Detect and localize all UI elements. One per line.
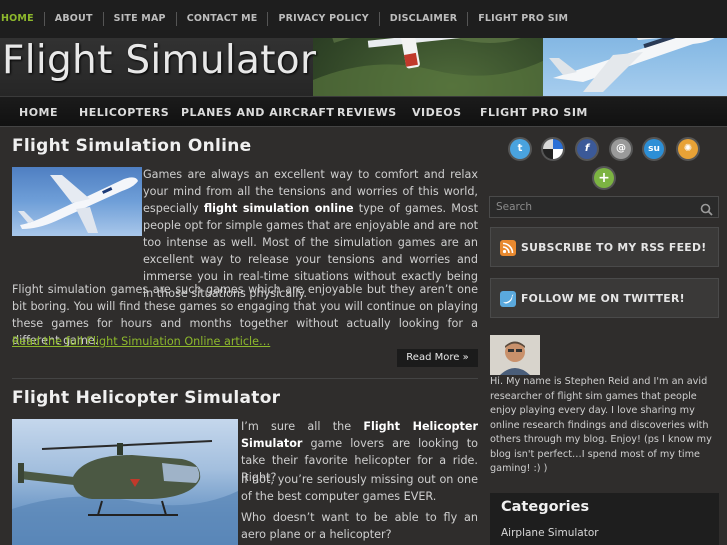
read-full-article-link[interactable]: Read the full Flight Simulation Online a… bbox=[12, 335, 270, 348]
facebook-icon[interactable]: f bbox=[577, 139, 597, 159]
technorati-icon[interactable]: @ bbox=[611, 139, 631, 159]
stumbleupon-icon[interactable]: su bbox=[644, 139, 664, 159]
airbus-plane-image bbox=[12, 167, 142, 236]
top-nav-site-map[interactable]: SITE MAP bbox=[102, 12, 176, 26]
post-title[interactable]: Flight Simulation Online bbox=[12, 136, 251, 156]
post-divider bbox=[12, 378, 478, 379]
main-nav-home[interactable]: HOME bbox=[19, 106, 58, 119]
helicopter-image bbox=[12, 419, 238, 545]
main-nav-reviews[interactable]: REVIEWS bbox=[337, 106, 397, 119]
author-bio: Hi. My name is Stephen Reid and I'm an a… bbox=[490, 376, 712, 474]
top-nav-privacy[interactable]: PRIVACY POLICY bbox=[267, 12, 378, 26]
site-title[interactable]: Flight Simulator bbox=[2, 38, 316, 83]
search-box[interactable]: Search bbox=[489, 196, 719, 218]
rss-icon bbox=[500, 240, 516, 256]
top-nav-about[interactable]: ABOUT bbox=[43, 12, 103, 26]
top-nav-disclaimer[interactable]: DISCLAIMER bbox=[378, 12, 467, 26]
delicious-icon[interactable] bbox=[543, 139, 563, 159]
main-nav-videos[interactable]: VIDEOS bbox=[412, 106, 462, 119]
rss-subscribe-button[interactable]: SUBSCRIBE TO MY RSS FEED! bbox=[490, 227, 719, 267]
top-nav-home[interactable]: HOME bbox=[0, 12, 44, 26]
author-avatar bbox=[490, 335, 540, 375]
airliner-illustration bbox=[18, 175, 138, 233]
rss-label: SUBSCRIBE TO MY RSS FEED! bbox=[521, 241, 707, 254]
twitter-label: FOLLOW ME ON TWITTER! bbox=[521, 292, 685, 305]
post-2-paragraph: If not, you’re seriously missing out on … bbox=[241, 473, 478, 503]
top-bar: HOME ABOUT SITE MAP CONTACT ME PRIVACY P… bbox=[0, 0, 727, 38]
top-navigation: HOME ABOUT SITE MAP CONTACT ME PRIVACY P… bbox=[0, 12, 578, 26]
main-nav-flight-pro-sim[interactable]: FLIGHT PRO SIM bbox=[480, 106, 588, 119]
main-nav-helicopters[interactable]: HELICOPTERS bbox=[79, 106, 169, 119]
excerpt-text: I’m sure all the bbox=[241, 420, 364, 433]
top-nav-contact[interactable]: CONTACT ME bbox=[175, 12, 268, 26]
main-navigation: HOME HELICOPTERS PLANES AND AIRCRAFT REV… bbox=[0, 96, 727, 127]
search-icon[interactable] bbox=[700, 201, 713, 220]
search-input[interactable]: Search bbox=[496, 201, 532, 213]
excerpt-keyword: flight simulation online bbox=[203, 202, 354, 215]
twitter-follow-button[interactable]: FOLLOW ME ON TWITTER! bbox=[490, 278, 719, 318]
main-nav-planes-aircraft[interactable]: PLANES AND AIRCRAFT bbox=[181, 106, 334, 119]
read-more-button[interactable]: Read More » bbox=[397, 349, 478, 367]
helicopter-illustration bbox=[12, 440, 238, 545]
page: HOME ABOUT SITE MAP CONTACT ME PRIVACY P… bbox=[0, 0, 727, 545]
top-nav-flight-pro-sim[interactable]: FLIGHT PRO SIM bbox=[467, 12, 578, 26]
mixx-icon[interactable]: ✺ bbox=[678, 139, 698, 159]
category-link[interactable]: Airplane Simulator bbox=[501, 527, 599, 539]
post-title-2[interactable]: Flight Helicopter Simulator bbox=[12, 388, 280, 408]
twitter-bird-icon bbox=[500, 291, 516, 307]
categories-title: Categories bbox=[501, 499, 590, 515]
twitter-icon[interactable]: t bbox=[510, 139, 530, 159]
categories-widget: Categories Airplane Simulator bbox=[490, 493, 719, 545]
post-2-paragraph-2: Who doesn’t want to be able to fly an ae… bbox=[241, 511, 478, 541]
share-plus-icon[interactable]: + bbox=[594, 168, 614, 188]
